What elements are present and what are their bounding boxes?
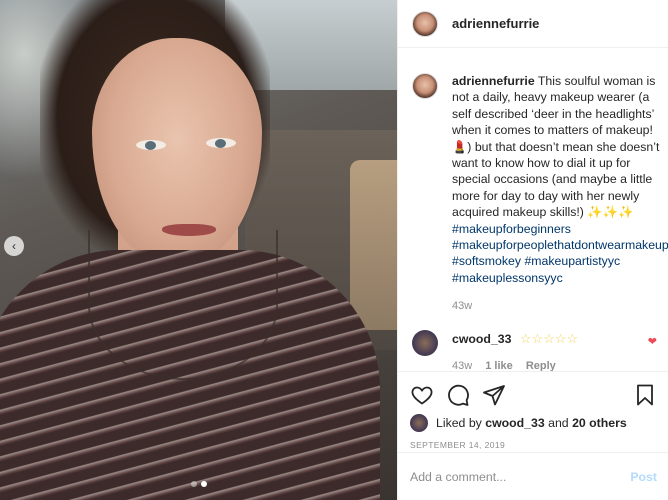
caption: adriennefurrie This soulful woman is not…	[412, 73, 668, 286]
subject-right-eye	[206, 138, 236, 148]
comment-icon[interactable]	[446, 383, 470, 407]
likes-summary: Liked by cwood_33 and 20 others	[410, 414, 657, 432]
add-comment-bar: Post	[398, 452, 668, 500]
post-button[interactable]: Post	[630, 470, 657, 484]
post-photo[interactable]: ‹	[0, 0, 397, 500]
comment-item: cwood_33 ☆☆☆☆☆ 43w 1 like Reply ❤	[412, 330, 657, 371]
author-avatar[interactable]	[412, 10, 438, 37]
caption-body: This soulful woman is not a daily, heavy…	[452, 74, 660, 220]
caption-age[interactable]: 43w	[452, 300, 655, 312]
caption-username[interactable]: adriennefurrie	[452, 74, 535, 88]
subject-left-eye	[136, 140, 166, 150]
carousel-dot	[190, 481, 197, 487]
post-details-panel: adriennefurrie adriennefurrie This soulf…	[397, 0, 668, 500]
bookmark-icon[interactable]	[633, 383, 657, 407]
comment-input[interactable]	[410, 469, 631, 484]
background-cushion	[350, 160, 397, 330]
likes-joiner: and	[548, 416, 569, 430]
post-header: adriennefurrie	[398, 0, 668, 48]
chevron-left-icon[interactable]: ‹	[4, 236, 24, 256]
author-username[interactable]: adriennefurrie	[452, 16, 539, 31]
comment-like-heart-icon[interactable]: ❤	[648, 335, 657, 348]
carousel-dot-active	[200, 481, 207, 487]
hashtag-link[interactable]: #makeupartistyyc	[524, 254, 620, 268]
caption-avatar[interactable]	[412, 73, 438, 99]
commenter-avatar[interactable]	[412, 330, 438, 357]
carousel-dots	[0, 481, 397, 487]
comment-text: ☆☆☆☆☆	[519, 331, 579, 347]
hashtag-link[interactable]: #makeupforbeginners	[452, 222, 571, 236]
hashtag-link[interactable]: #makeuplessonsyyc	[452, 271, 563, 285]
share-icon[interactable]	[482, 383, 506, 407]
liker-avatar[interactable]	[410, 414, 428, 432]
comment-body: cwood_33 ☆☆☆☆☆ 43w 1 like Reply	[452, 330, 578, 371]
commenter-username[interactable]: cwood_33	[452, 332, 511, 346]
post-date[interactable]: SEPTEMBER 14, 2019	[410, 440, 657, 450]
hashtag-list: #makeupforbeginners #makeupforpeoplethat…	[452, 222, 668, 285]
caption-text: adriennefurrie This soulful woman is not…	[452, 73, 668, 286]
reply-button[interactable]: Reply	[526, 360, 556, 371]
comment-age[interactable]: 43w	[452, 360, 472, 371]
action-bar: Liked by cwood_33 and 20 others SEPTEMBE…	[398, 371, 668, 450]
subject-necklace	[88, 230, 278, 380]
hashtag-link[interactable]: #softsmokey	[452, 254, 521, 268]
comments-section[interactable]: adriennefurrie This soulful woman is not…	[398, 49, 668, 371]
hashtag-link[interactable]: #makeupforpeoplethatdontwearmakeup	[452, 238, 668, 252]
action-icons	[410, 378, 657, 412]
comment-meta: 43w 1 like Reply	[452, 360, 578, 371]
likes-prefix: Liked by	[436, 416, 482, 430]
comment-likes[interactable]: 1 like	[485, 360, 513, 371]
liker-username[interactable]: cwood_33	[485, 416, 544, 430]
likes-others[interactable]: 20 others	[572, 416, 627, 430]
heart-icon[interactable]	[410, 383, 434, 407]
